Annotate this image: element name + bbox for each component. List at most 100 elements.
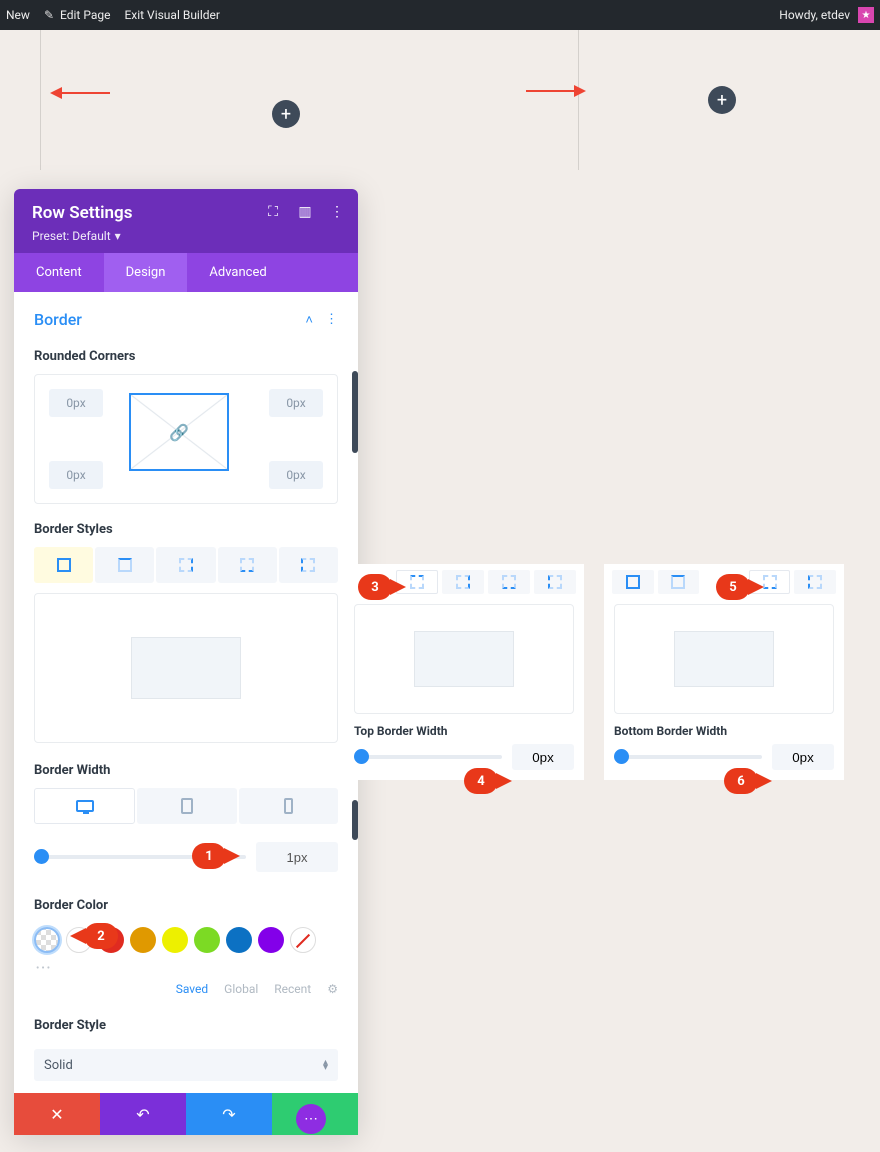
border-styles-label: Border Styles — [14, 510, 358, 547]
corner-link-toggle[interactable]: 🔗 — [129, 393, 229, 471]
device-tablet-button[interactable] — [137, 788, 236, 824]
tab-advanced[interactable]: Advanced — [187, 253, 288, 292]
preview-rect — [674, 631, 774, 687]
border-right-button[interactable] — [442, 570, 484, 594]
border-bottom-button[interactable] — [488, 570, 530, 594]
admin-howdy[interactable]: Howdy, etdev — [779, 8, 850, 22]
square-bottom-icon — [502, 575, 516, 589]
palette-recent[interactable]: Recent — [274, 982, 311, 996]
border-width-input[interactable] — [256, 842, 338, 872]
annotation-pin-4: 4 — [464, 768, 498, 794]
phone-icon — [284, 798, 293, 814]
device-phone-button[interactable] — [239, 788, 338, 824]
swatch-yellow[interactable] — [162, 927, 188, 953]
columns-icon[interactable]: ▥ — [298, 205, 312, 219]
swatch-purple[interactable] — [258, 927, 284, 953]
square-left-icon — [548, 575, 562, 589]
slider-thumb[interactable] — [354, 749, 369, 764]
border-edge-selector — [34, 547, 338, 583]
person-icon: ★ — [862, 10, 871, 21]
tab-content[interactable]: Content — [14, 253, 104, 292]
palette-global[interactable]: Global — [224, 982, 258, 996]
border-all-button[interactable] — [34, 547, 93, 583]
slider-thumb[interactable] — [34, 849, 49, 864]
gear-icon[interactable]: ⚙ — [327, 982, 338, 996]
square-left-icon — [808, 575, 822, 589]
admin-bar: New Edit Page Exit Visual Builder Howdy,… — [0, 0, 880, 30]
select-arrows-icon: ▴▾ — [323, 1060, 328, 1070]
admin-exit-vb[interactable]: Exit Visual Builder — [124, 8, 220, 22]
swatch-green[interactable] — [194, 927, 220, 953]
border-all-button[interactable] — [612, 570, 654, 594]
add-module-button[interactable]: + — [708, 86, 736, 114]
border-left-button[interactable] — [794, 570, 836, 594]
section-title: Border — [34, 310, 82, 329]
chevron-down-icon: ▾ — [115, 229, 121, 243]
border-right-button[interactable] — [156, 547, 215, 583]
add-module-button[interactable]: + — [272, 100, 300, 128]
border-top-button[interactable] — [95, 547, 154, 583]
swatch-blue[interactable] — [226, 927, 252, 953]
admin-new[interactable]: New — [6, 8, 30, 22]
cancel-button[interactable]: ✕ — [14, 1093, 100, 1135]
more-swatches-handle[interactable]: ••• — [36, 963, 358, 974]
corner-tl-input[interactable]: 0px — [49, 389, 103, 417]
square-right-icon — [179, 558, 193, 572]
column-2[interactable] — [578, 30, 579, 170]
corner-tr-input[interactable]: 0px — [269, 389, 323, 417]
bottom-border-width-input[interactable] — [772, 744, 834, 770]
undo-button[interactable]: ↶ — [100, 1093, 186, 1135]
avatar[interactable]: ★ — [858, 7, 874, 23]
palette-tabs: Saved Global Recent ⚙ — [34, 982, 338, 996]
palette-saved[interactable]: Saved — [176, 982, 208, 996]
annotation-pin-2: 2 — [84, 923, 118, 949]
square-bottom-icon — [240, 558, 254, 572]
section-border-header[interactable]: Border ˄ ⋮ — [14, 292, 358, 337]
border-bottom-button[interactable] — [218, 547, 277, 583]
border-left-button[interactable] — [279, 547, 338, 583]
preview-rect — [414, 631, 514, 687]
swatch-orange[interactable] — [130, 927, 156, 953]
device-desktop-button[interactable] — [34, 788, 135, 824]
preview-rect — [131, 637, 241, 699]
top-border-width-slider[interactable] — [354, 755, 502, 759]
panel-header[interactable]: Row Settings Preset: Default▾ ⛶ ▥ ⋮ — [14, 189, 358, 253]
border-preview — [34, 593, 338, 743]
top-border-width-input[interactable] — [512, 744, 574, 770]
bottom-border-width-label: Bottom Border Width — [614, 724, 834, 738]
annotation-pin-3: 3 — [358, 574, 392, 600]
rounded-corners-label: Rounded Corners — [14, 337, 358, 374]
desktop-icon — [76, 800, 94, 812]
preset-selector[interactable]: Preset: Default▾ — [32, 229, 340, 243]
corner-br-input[interactable]: 0px — [269, 461, 323, 489]
panel-scrollbar[interactable] — [352, 800, 358, 840]
arrow-left-icon — [60, 92, 110, 94]
admin-edit-page[interactable]: Edit Page — [44, 8, 111, 22]
panel-scrollbar[interactable] — [352, 371, 358, 453]
square-top-icon — [118, 558, 132, 572]
top-border-width-label: Top Border Width — [354, 724, 574, 738]
slider-thumb[interactable] — [614, 749, 629, 764]
row-settings-panel: Row Settings Preset: Default▾ ⛶ ▥ ⋮ Cont… — [14, 189, 358, 1135]
tablet-icon — [181, 798, 193, 814]
expand-icon[interactable]: ⛶ — [266, 205, 280, 219]
chevron-up-icon[interactable]: ˄ — [305, 312, 313, 328]
border-left-button[interactable] — [534, 570, 576, 594]
bottom-border-width-slider[interactable] — [614, 755, 762, 759]
square-bottom-icon — [763, 575, 777, 589]
border-style-label: Border Style — [14, 1006, 358, 1043]
arrow-right-icon — [526, 90, 576, 92]
kebab-icon[interactable]: ⋮ — [325, 312, 338, 328]
border-style-select[interactable]: Solid ▴▾ — [34, 1049, 338, 1081]
swatch-none[interactable] — [290, 927, 316, 953]
redo-button[interactable]: ↷ — [186, 1093, 272, 1135]
swatch-transparent[interactable] — [34, 927, 60, 953]
square-top-icon — [671, 575, 685, 589]
builder-toggle-button[interactable]: ⋯ — [296, 1104, 326, 1134]
border-preview — [354, 604, 574, 714]
kebab-icon[interactable]: ⋮ — [330, 205, 344, 219]
tab-design[interactable]: Design — [104, 253, 188, 292]
corner-bl-input[interactable]: 0px — [49, 461, 103, 489]
column-1[interactable] — [40, 30, 41, 170]
border-top-button[interactable] — [658, 570, 700, 594]
